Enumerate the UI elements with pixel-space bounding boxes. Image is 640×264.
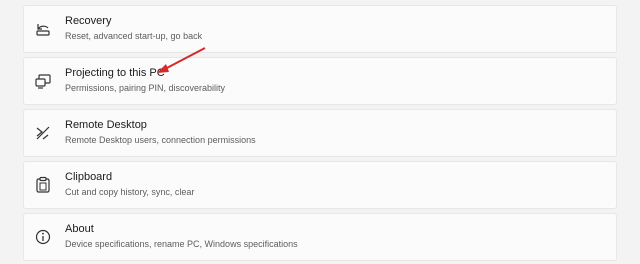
remote-desktop-description: Remote Desktop users, connection permiss…	[65, 135, 256, 145]
projecting-item[interactable]: Projecting to this PC Permissions, pairi…	[23, 57, 617, 105]
remote-desktop-item[interactable]: Remote Desktop Remote Desktop users, con…	[23, 109, 617, 157]
clipboard-icon	[34, 176, 52, 194]
recovery-title: Recovery	[65, 15, 112, 27]
about-item[interactable]: About Device specifications, rename PC, …	[23, 213, 617, 261]
about-title: About	[65, 223, 94, 235]
projecting-description: Permissions, pairing PIN, discoverabilit…	[65, 83, 226, 93]
info-icon	[34, 228, 52, 246]
about-description: Device specifications, rename PC, Window…	[65, 239, 298, 249]
recovery-item[interactable]: Recovery Reset, advanced start-up, go ba…	[23, 5, 617, 53]
projection-icon	[34, 72, 52, 90]
clipboard-description: Cut and copy history, sync, clear	[65, 187, 195, 197]
clipboard-title: Clipboard	[65, 171, 113, 183]
recovery-description: Reset, advanced start-up, go back	[65, 31, 203, 41]
remote-desktop-title: Remote Desktop	[65, 119, 147, 131]
remote-desktop-icon	[34, 124, 52, 142]
settings-list: Recovery Reset, advanced start-up, go ba…	[0, 0, 640, 264]
clipboard-item[interactable]: Clipboard Cut and copy history, sync, cl…	[23, 161, 617, 209]
recovery-icon	[34, 20, 52, 38]
projecting-title: Projecting to this PC	[65, 67, 165, 79]
